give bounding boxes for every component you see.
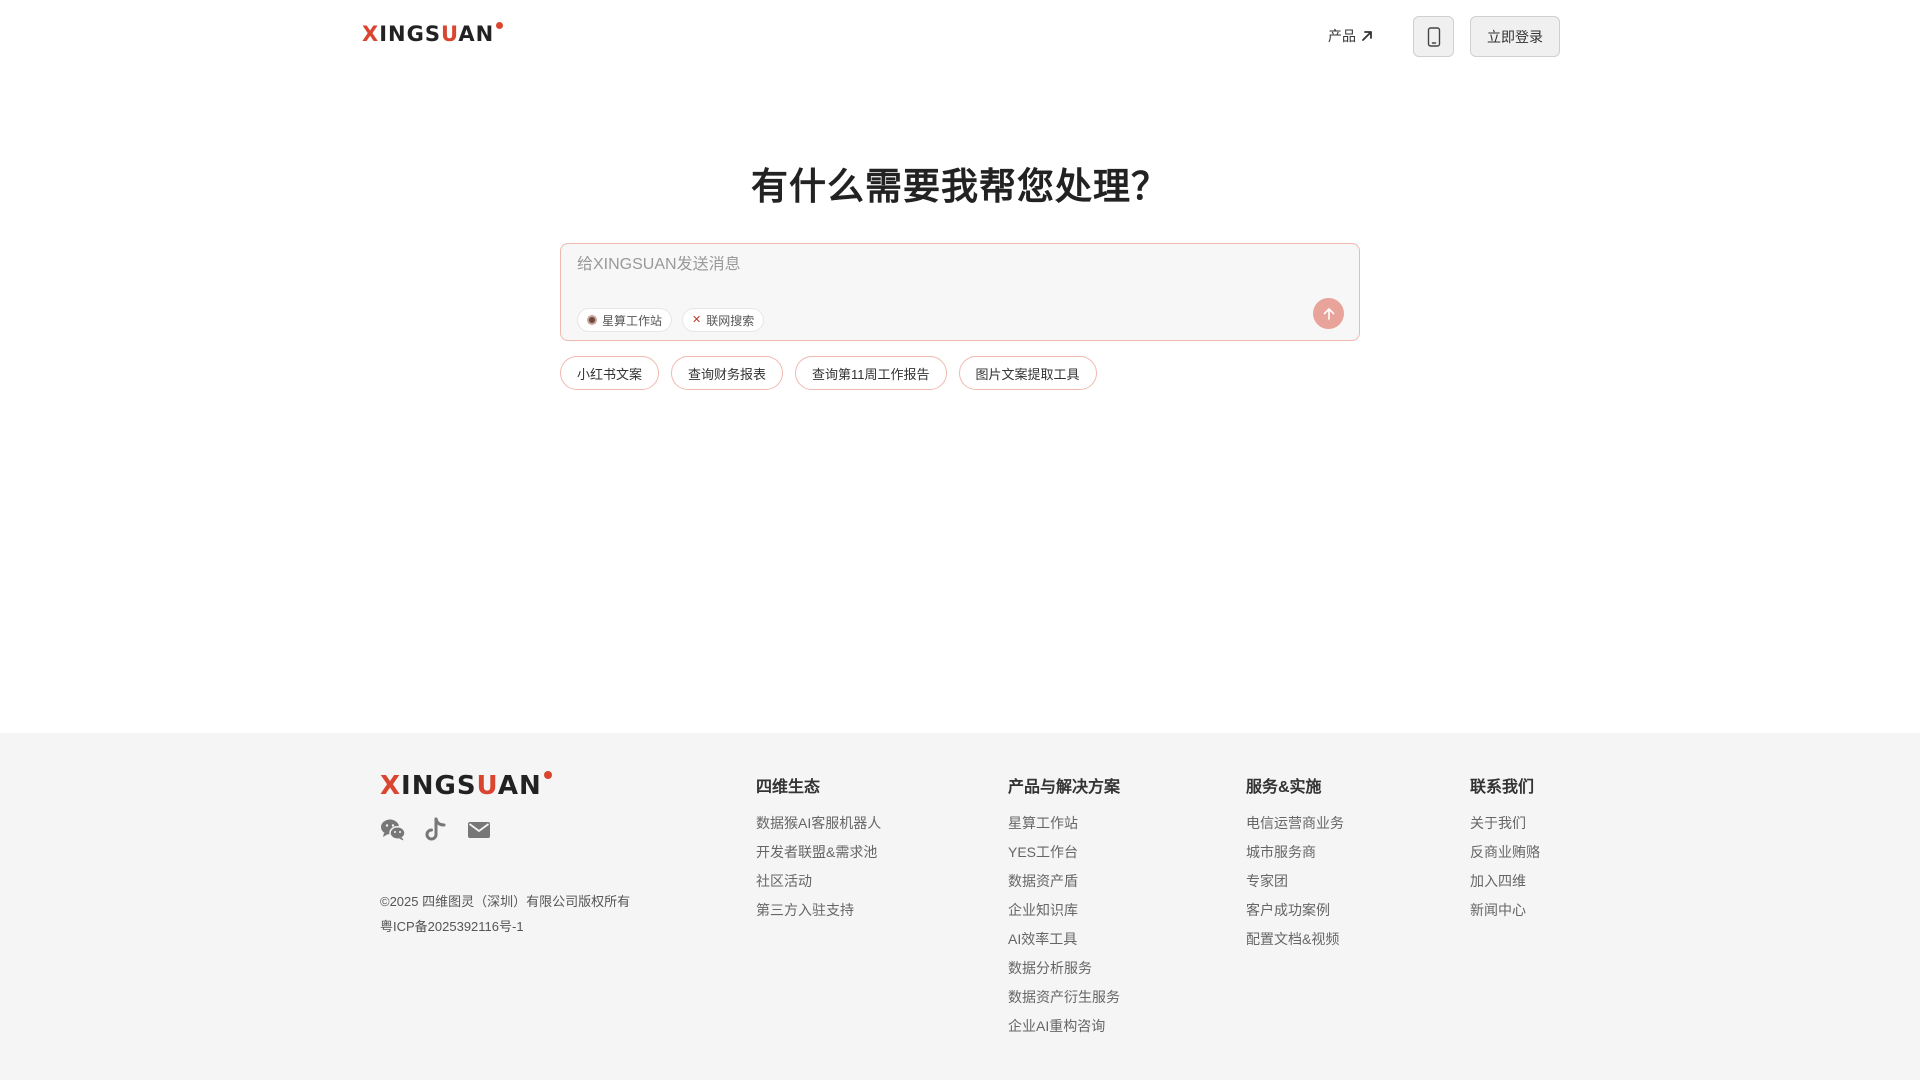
nav-products-label: 产品	[1328, 28, 1356, 44]
mobile-app-button[interactable]	[1413, 16, 1454, 57]
footer-link[interactable]: 电信运营商业务	[1246, 809, 1344, 838]
suggestion-chip[interactable]: 图片文案提取工具	[958, 356, 1097, 390]
footer-column-title: 服务&实施	[1246, 779, 1322, 796]
footer-column-title: 联系我们	[1470, 779, 1535, 796]
site-footer: XINGSUAN ©2025 四维图灵（深圳）有限公司版权所有 粤ICP备202…	[0, 733, 1920, 1080]
tool-chip-web-search[interactable]: ✕ 联网搜索	[682, 308, 765, 332]
footer-link[interactable]: 新闻中心	[1470, 896, 1540, 925]
page-title: 有什么需要我帮您处理？	[751, 166, 1169, 207]
footer-link[interactable]: 社区活动	[756, 867, 881, 896]
logo-wordmark: XINGSUAN	[362, 22, 495, 46]
icp-number[interactable]: 粤ICP备2025392116号-1	[380, 914, 630, 939]
footer-link[interactable]: 专家团	[1246, 867, 1344, 896]
footer-column-products: 产品与解决方案 星算工作站 YES工作台 数据资产盾 企业知识库 AI效率工具 …	[1008, 773, 1120, 1041]
footer-link[interactable]: 星算工作站	[1008, 809, 1120, 838]
tool-chip-label: 星算工作站	[602, 313, 663, 328]
message-input[interactable]	[577, 256, 1297, 274]
wechat-icon[interactable]	[380, 817, 406, 843]
suggestion-list: 小红书文案 查询财务报表 查询第11周工作报告 图片文案提取工具	[560, 356, 1097, 390]
workstation-icon	[587, 315, 597, 325]
footer-link[interactable]: 加入四维	[1470, 867, 1540, 896]
logo-wordmark: XINGSUAN	[380, 771, 542, 801]
logo-dot	[543, 771, 552, 779]
footer-column-title: 产品与解决方案	[1008, 779, 1121, 796]
footer-link[interactable]: YES工作台	[1008, 838, 1120, 867]
logo-dot	[496, 22, 504, 29]
login-button[interactable]: 立即登录	[1470, 16, 1560, 57]
footer-link[interactable]: 企业AI重构咨询	[1008, 1012, 1120, 1041]
footer-link[interactable]: 开发者联盟&需求池	[756, 838, 881, 867]
footer-link[interactable]: 客户成功案例	[1246, 896, 1344, 925]
arrow-up-icon	[1323, 307, 1334, 320]
footer-link[interactable]: 数据资产衍生服务	[1008, 983, 1120, 1012]
suggestion-chip[interactable]: 查询财务报表	[671, 356, 784, 390]
footer-link[interactable]: 企业知识库	[1008, 896, 1120, 925]
tool-chip-workstation[interactable]: 星算工作站	[577, 308, 673, 332]
footer-link[interactable]: 反商业贿赂	[1470, 838, 1540, 867]
footer-column-services: 服务&实施 电信运营商业务 城市服务商 专家团 客户成功案例 配置文档&视频	[1246, 773, 1344, 954]
copyright-block: ©2025 四维图灵（深圳）有限公司版权所有 粤ICP备2025392116号-…	[380, 889, 630, 939]
footer-column-contact: 联系我们 关于我们 反商业贿赂 加入四维 新闻中心	[1470, 773, 1540, 925]
footer-link[interactable]: 数据猴AI客服机器人	[756, 809, 881, 838]
footer-link[interactable]: 城市服务商	[1246, 838, 1344, 867]
footer-link[interactable]: 关于我们	[1470, 809, 1540, 838]
web-search-icon: ✕	[692, 314, 702, 326]
suggestion-chip[interactable]: 查询第11周工作报告	[795, 356, 947, 390]
social-links	[380, 817, 492, 843]
mail-icon[interactable]	[466, 817, 492, 843]
footer-column-title: 四维生态	[756, 779, 821, 796]
footer-link[interactable]: 数据分析服务	[1008, 954, 1120, 983]
arrow-up-right-icon	[1362, 31, 1372, 41]
send-button[interactable]	[1313, 298, 1344, 329]
footer-logo[interactable]: XINGSUAN	[380, 771, 552, 801]
tiktok-icon[interactable]	[423, 817, 449, 843]
chat-composer: 星算工作站 ✕ 联网搜索	[560, 243, 1360, 341]
top-header: XINGSUAN 产品 立即登录	[0, 0, 1920, 72]
brand-logo[interactable]: XINGSUAN	[362, 22, 504, 46]
footer-link[interactable]: 第三方入驻支持	[756, 896, 881, 925]
smartphone-icon	[1427, 26, 1440, 47]
footer-link[interactable]: 数据资产盾	[1008, 867, 1120, 896]
copyright-text: ©2025 四维图灵（深圳）有限公司版权所有	[380, 894, 631, 909]
footer-column-ecosystem: 四维生态 数据猴AI客服机器人 开发者联盟&需求池 社区活动 第三方入驻支持	[756, 773, 881, 925]
footer-link[interactable]: 配置文档&视频	[1246, 925, 1344, 954]
footer-link[interactable]: AI效率工具	[1008, 925, 1120, 954]
suggestion-chip[interactable]: 小红书文案	[560, 356, 660, 390]
nav-products-link[interactable]: 产品	[1328, 26, 1374, 46]
tool-chip-label: 联网搜索	[706, 313, 755, 328]
